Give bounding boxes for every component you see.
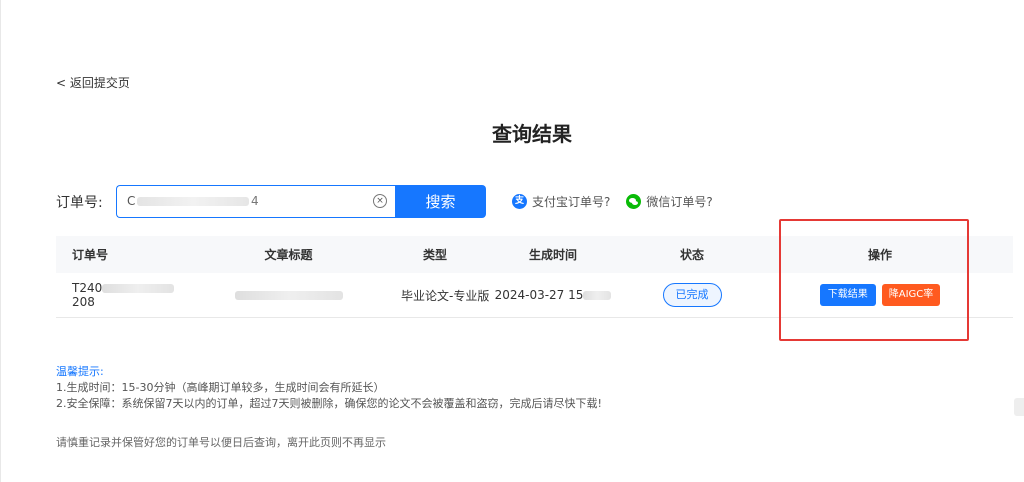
tips-line-1: 1.生成时间：15-30分钟（高峰期订单较多，生成时间会有所延长） [56,381,385,394]
alipay-order-help-label: 支付宝订单号? [532,195,611,209]
tips-title: 温馨提示: [56,365,104,378]
header-status: 状态 [679,248,704,262]
order-number-suffix-text: 208 [72,295,95,309]
cell-type: 毕业论文-专业版 [401,287,489,304]
wechat-order-help-link[interactable]: 微信订单号? [626,193,713,210]
back-link[interactable]: < 返回提交页 [56,74,130,91]
cell-status: 已完成 [637,283,747,307]
order-number-suffix: 4 [251,194,259,208]
alipay-order-help-link[interactable]: 支 支付宝订单号? [512,193,610,210]
tips-section: 温馨提示: 1.生成时间：15-30分钟（高峰期订单较多，生成时间会有所延长） … [56,364,602,412]
order-number-label: 订单号: [56,194,103,211]
redacted-order-number [102,284,175,293]
cell-article-title [176,288,401,302]
cell-order-number: T240208 [56,281,176,309]
status-badge: 已完成 [662,283,722,307]
alipay-icon: 支 [512,194,527,209]
page-border [0,0,1,482]
header-article-title: 文章标题 [264,248,313,262]
side-scroll-handle[interactable] [1014,398,1024,416]
save-order-note: 请慎重记录并保管好您的订单号以便日后查询，离开此页则不再显示 [56,436,386,449]
search-row: 订单号: C 4 × 搜索 支 支付宝订单号? 微信订单号? [56,185,713,218]
redacted-article-title [234,291,343,300]
actions-highlight-box [779,219,969,341]
clear-icon[interactable]: × [373,194,387,208]
time-text: 2024-03-27 15 [494,288,584,302]
tips-line-2: 2.安全保障：系统保留7天以内的订单，超过7天则被删除，确保您的论文不会被覆盖和… [56,397,602,410]
redacted-order-number [137,197,249,206]
search-box[interactable]: C 4 × [116,185,395,218]
wechat-icon [626,194,642,209]
header-type: 类型 [422,248,447,262]
order-number-prefix: C [127,194,136,208]
redacted-time [583,291,612,300]
page-title: 查询结果 [492,122,572,146]
order-number-prefix-text: T240 [72,281,103,295]
header-order-number: 订单号 [72,248,109,262]
search-button[interactable]: 搜索 [395,185,486,218]
header-generation-time: 生成时间 [528,248,577,262]
cell-generation-time: 2024-03-27 15 [469,288,637,302]
wechat-order-help-label: 微信订单号? [646,195,713,209]
